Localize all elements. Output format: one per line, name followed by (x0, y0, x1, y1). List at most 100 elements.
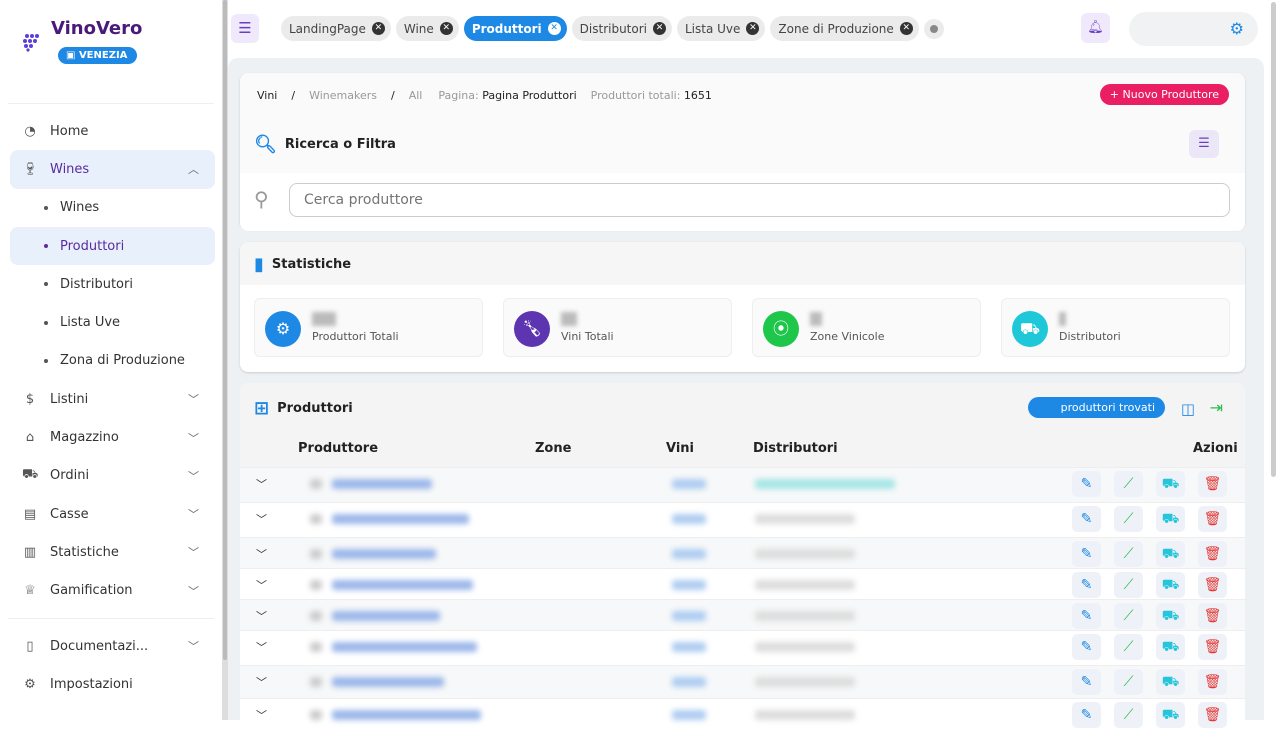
label: Wines (50, 162, 89, 177)
col-vini[interactable]: Vini (666, 441, 694, 456)
close-icon[interactable]: ✕ (900, 22, 913, 35)
table-row[interactable]: ﹀ ✎ ⟋ ⛟ 🗑︎ (240, 537, 1245, 568)
expand-chevron-icon[interactable]: ﹀ (256, 639, 267, 655)
sidebar-item-statistiche[interactable]: ▥Statistiche﹀ (10, 533, 215, 571)
trash-icon[interactable]: 🗑︎ (1198, 572, 1227, 598)
export-icon[interactable]: ⇥ (1210, 398, 1223, 417)
app-name: VinoVero (51, 18, 142, 39)
expand-chevron-icon[interactable]: ﹀ (256, 546, 267, 562)
new-producer-button[interactable]: + Nuovo Produttore (1100, 84, 1229, 105)
columns-icon[interactable]: ◫ (1181, 400, 1195, 418)
menu-toggle-button[interactable]: ☰ (231, 14, 259, 43)
edit-icon[interactable]: ✎ (1072, 471, 1101, 497)
filter-button[interactable]: ☰ (1189, 130, 1219, 158)
truck-icon[interactable]: ⛟ (1156, 541, 1185, 567)
edit-icon[interactable]: ✎ (1072, 669, 1101, 695)
sidebar-item-gamification[interactable]: ♕Gamification﹀ (10, 572, 215, 610)
sidebar-item-impostazioni[interactable]: ⚙Impostazioni (10, 665, 215, 703)
tab-wine[interactable]: Wine✕ (396, 16, 459, 41)
table-row[interactable]: ﹀ ✎ ⟋ ⛟ 🗑︎ (240, 467, 1245, 502)
expand-chevron-icon[interactable]: ﹀ (256, 511, 267, 527)
sidebar-subitem-zona-produzione[interactable]: Zona di Produzione (10, 342, 215, 380)
edit-icon[interactable]: ✎ (1072, 603, 1101, 629)
truck-icon[interactable]: ⛟ (1156, 603, 1185, 629)
page-scrollbar[interactable] (1266, 0, 1280, 720)
tab-produttori[interactable]: Produttori✕ (464, 16, 567, 41)
bottle-icon[interactable]: ⟋ (1114, 669, 1143, 695)
location-badge[interactable]: ▣ VENEZIA (58, 47, 137, 64)
close-icon[interactable]: ✕ (746, 22, 759, 35)
sidebar-subitem-lista-uve[interactable]: Lista Uve (10, 303, 215, 341)
close-icon[interactable]: ✕ (548, 22, 561, 35)
table-row[interactable]: ﹀ ✎ ⟋ ⛟ 🗑︎ (240, 599, 1245, 630)
sidebar-item-home[interactable]: ◔Home (10, 112, 215, 150)
sidebar-item-wines[interactable]: 🍷︎Wines︿ (10, 150, 215, 188)
truck-icon[interactable]: ⛟ (1156, 702, 1185, 728)
notifications-button[interactable]: 🔔︎ (1081, 13, 1110, 43)
edit-icon[interactable]: ✎ (1072, 541, 1101, 567)
tab-lista-uve[interactable]: Lista Uve✕ (677, 16, 765, 41)
truck-icon[interactable]: ⛟ (1156, 634, 1185, 660)
sidebar-item-magazzino[interactable]: ⌂Magazzino﹀ (10, 418, 215, 456)
expand-chevron-icon[interactable]: ﹀ (256, 707, 267, 723)
expand-chevron-icon[interactable]: ﹀ (256, 577, 267, 593)
gear-icon[interactable]: ⚙ (1230, 19, 1244, 38)
table-row[interactable]: ﹀ ✎ ⟋ ⛟ 🗑︎ (240, 568, 1245, 599)
sidebar-item-listini[interactable]: $Listini﹀ (10, 380, 215, 418)
breadcrumb-winemakers[interactable]: Winemakers (309, 89, 377, 102)
truck-icon[interactable]: ⛟ (1156, 572, 1185, 598)
close-icon[interactable]: ✕ (440, 22, 453, 35)
bottle-icon[interactable]: ⟋ (1114, 572, 1143, 598)
edit-icon[interactable]: ✎ (1072, 634, 1101, 660)
bottle-icon[interactable]: ⟋ (1114, 603, 1143, 629)
table-row[interactable]: ﹀ ✎ ⟋ ⛟ 🗑︎ (240, 665, 1245, 698)
expand-chevron-icon[interactable]: ﹀ (256, 674, 267, 690)
trash-icon[interactable]: 🗑︎ (1198, 702, 1227, 728)
breadcrumb-vini[interactable]: Vini (257, 89, 277, 102)
col-produttore[interactable]: Produttore (298, 441, 378, 456)
trash-icon[interactable]: 🗑︎ (1198, 541, 1227, 567)
sidebar-item-documentazione[interactable]: ▯Documentazi...﹀ (10, 627, 215, 665)
sidebar-subitem-produttori[interactable]: Produttori (10, 227, 215, 265)
tab-landingpage[interactable]: LandingPage✕ (281, 16, 391, 41)
sidebar-subitem-distributori[interactable]: Distributori (10, 265, 215, 303)
trash-icon[interactable]: 🗑︎ (1198, 471, 1227, 497)
truck-icon[interactable]: ⛟ (1156, 669, 1185, 695)
close-all-tabs-button[interactable] (924, 19, 944, 39)
edit-icon[interactable]: ✎ (1072, 572, 1101, 598)
stat-label: Vini Totali (561, 330, 614, 343)
close-icon[interactable]: ✕ (653, 22, 666, 35)
truck-icon[interactable]: ⛟ (1156, 506, 1185, 532)
breadcrumb-all[interactable]: All (409, 89, 423, 102)
bottle-icon[interactable]: ⟋ (1114, 471, 1143, 497)
bottle-icon[interactable]: ⟋ (1114, 634, 1143, 660)
user-settings-box[interactable]: ⚙ (1129, 12, 1258, 46)
trash-icon[interactable]: 🗑︎ (1198, 634, 1227, 660)
table-row[interactable]: ﹀ ✎ ⟋ ⛟ 🗑︎ (240, 630, 1245, 665)
search-input[interactable] (289, 183, 1230, 217)
table-row[interactable]: ﹀ ✎ ⟋ ⛟ 🗑︎ (240, 698, 1245, 729)
table-row[interactable]: ﹀ ✎ ⟋ ⛟ 🗑︎ (240, 502, 1245, 537)
bottle-icon[interactable]: ⟋ (1114, 702, 1143, 728)
close-icon[interactable]: ✕ (372, 22, 385, 35)
tab-distributori[interactable]: Distributori✕ (572, 16, 672, 41)
sidebar-subitem-wines[interactable]: Wines (10, 189, 215, 227)
trash-icon[interactable]: 🗑︎ (1198, 506, 1227, 532)
edit-icon[interactable]: ✎ (1072, 702, 1101, 728)
edit-icon[interactable]: ✎ (1072, 506, 1101, 532)
sidebar-item-ordini[interactable]: ⛟Ordini﹀ (10, 457, 215, 495)
trash-icon[interactable]: 🗑︎ (1198, 669, 1227, 695)
col-zone[interactable]: Zone (535, 441, 571, 456)
tab-zone-produzione[interactable]: Zone di Produzione✕ (770, 16, 918, 41)
expand-chevron-icon[interactable]: ﹀ (256, 476, 267, 492)
col-distributori[interactable]: Distributori (753, 441, 838, 456)
bottle-icon[interactable]: ⟋ (1114, 541, 1143, 567)
producer-logo (310, 479, 322, 489)
bullet-icon (44, 359, 48, 363)
bottle-icon[interactable]: ⟋ (1114, 506, 1143, 532)
sidebar-item-casse[interactable]: ▤Casse﹀ (10, 495, 215, 533)
trash-icon[interactable]: 🗑︎ (1198, 603, 1227, 629)
truck-icon[interactable]: ⛟ (1156, 471, 1185, 497)
distributors-hidden (755, 677, 855, 687)
expand-chevron-icon[interactable]: ﹀ (256, 608, 267, 624)
